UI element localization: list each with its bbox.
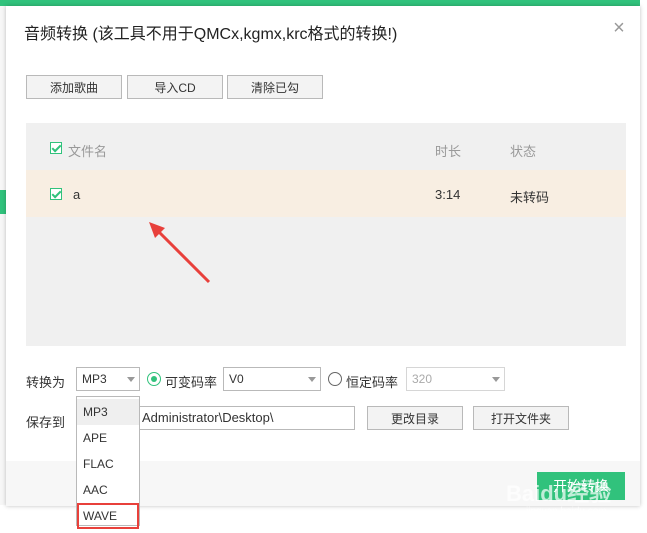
- add-song-button[interactable]: 添加歌曲: [26, 75, 122, 99]
- vbr-select-value: V0: [229, 372, 244, 386]
- format-select-value: MP3: [82, 372, 107, 386]
- chevron-down-icon: [488, 368, 504, 390]
- row-status: 未转码: [510, 190, 550, 205]
- chevron-down-icon: [304, 368, 320, 390]
- cbr-select[interactable]: 320: [406, 367, 505, 391]
- header-filename: 文件名: [68, 144, 108, 159]
- song-list: 文件名 时长 状态 a 3:14 未转码: [26, 123, 626, 346]
- row-filename: a: [73, 187, 81, 202]
- table-row[interactable]: a 3:14 未转码: [26, 170, 626, 217]
- chevron-down-icon: [123, 368, 139, 390]
- cbr-radio[interactable]: [328, 372, 342, 386]
- vbr-radio[interactable]: [147, 372, 161, 386]
- dropdown-item-mp3[interactable]: MP3: [77, 399, 139, 425]
- save-path-field[interactable]: Administrator\Desktop\: [139, 406, 355, 430]
- format-dropdown: MP3 APE FLAC AAC WAVE: [76, 396, 140, 529]
- dropdown-item-wave[interactable]: WAVE: [77, 503, 139, 529]
- cbr-select-value: 320: [412, 372, 433, 386]
- dropdown-item-aac[interactable]: AAC: [77, 477, 139, 503]
- dialog-title: 音频转换 (该工具不用于QMCx,kgmx,krc格式的转换!): [24, 26, 398, 43]
- row-duration: 3:14: [435, 187, 461, 202]
- format-select[interactable]: MP3: [76, 367, 140, 391]
- annotation-arrow-icon: [149, 222, 211, 284]
- baidu-watermark: Baidu经验: [506, 481, 612, 506]
- row-checkbox[interactable]: [50, 188, 62, 200]
- background-app-edge: [640, 0, 647, 533]
- dropdown-item-ape[interactable]: APE: [77, 425, 139, 451]
- save-path-value: Administrator\Desktop\: [142, 410, 274, 425]
- open-folder-button[interactable]: 打开文件夹: [473, 406, 569, 430]
- clear-checked-button[interactable]: 清除已勾: [227, 75, 323, 99]
- save-to-label: 保存到: [26, 415, 66, 430]
- convert-to-label: 转换为: [26, 375, 66, 390]
- vbr-select[interactable]: V0: [223, 367, 321, 391]
- list-header: 文件名 时长 状态: [26, 123, 626, 170]
- header-duration: 时长: [435, 144, 462, 159]
- import-cd-button[interactable]: 导入CD: [127, 75, 223, 99]
- close-icon[interactable]: ×: [609, 18, 629, 38]
- dropdown-item-flac[interactable]: FLAC: [77, 451, 139, 477]
- select-all-checkbox[interactable]: [50, 142, 62, 154]
- header-status: 状态: [510, 144, 537, 159]
- vbr-label: 可变码率: [165, 375, 218, 390]
- audio-convert-dialog: 音频转换 (该工具不用于QMCx,kgmx,krc格式的转换!) × 添加歌曲 …: [6, 6, 640, 529]
- baidu-watermark-url: jingyan.baidu.com: [526, 506, 607, 517]
- cbr-label: 恒定码率: [346, 375, 399, 390]
- change-dir-button[interactable]: 更改目录: [367, 406, 463, 430]
